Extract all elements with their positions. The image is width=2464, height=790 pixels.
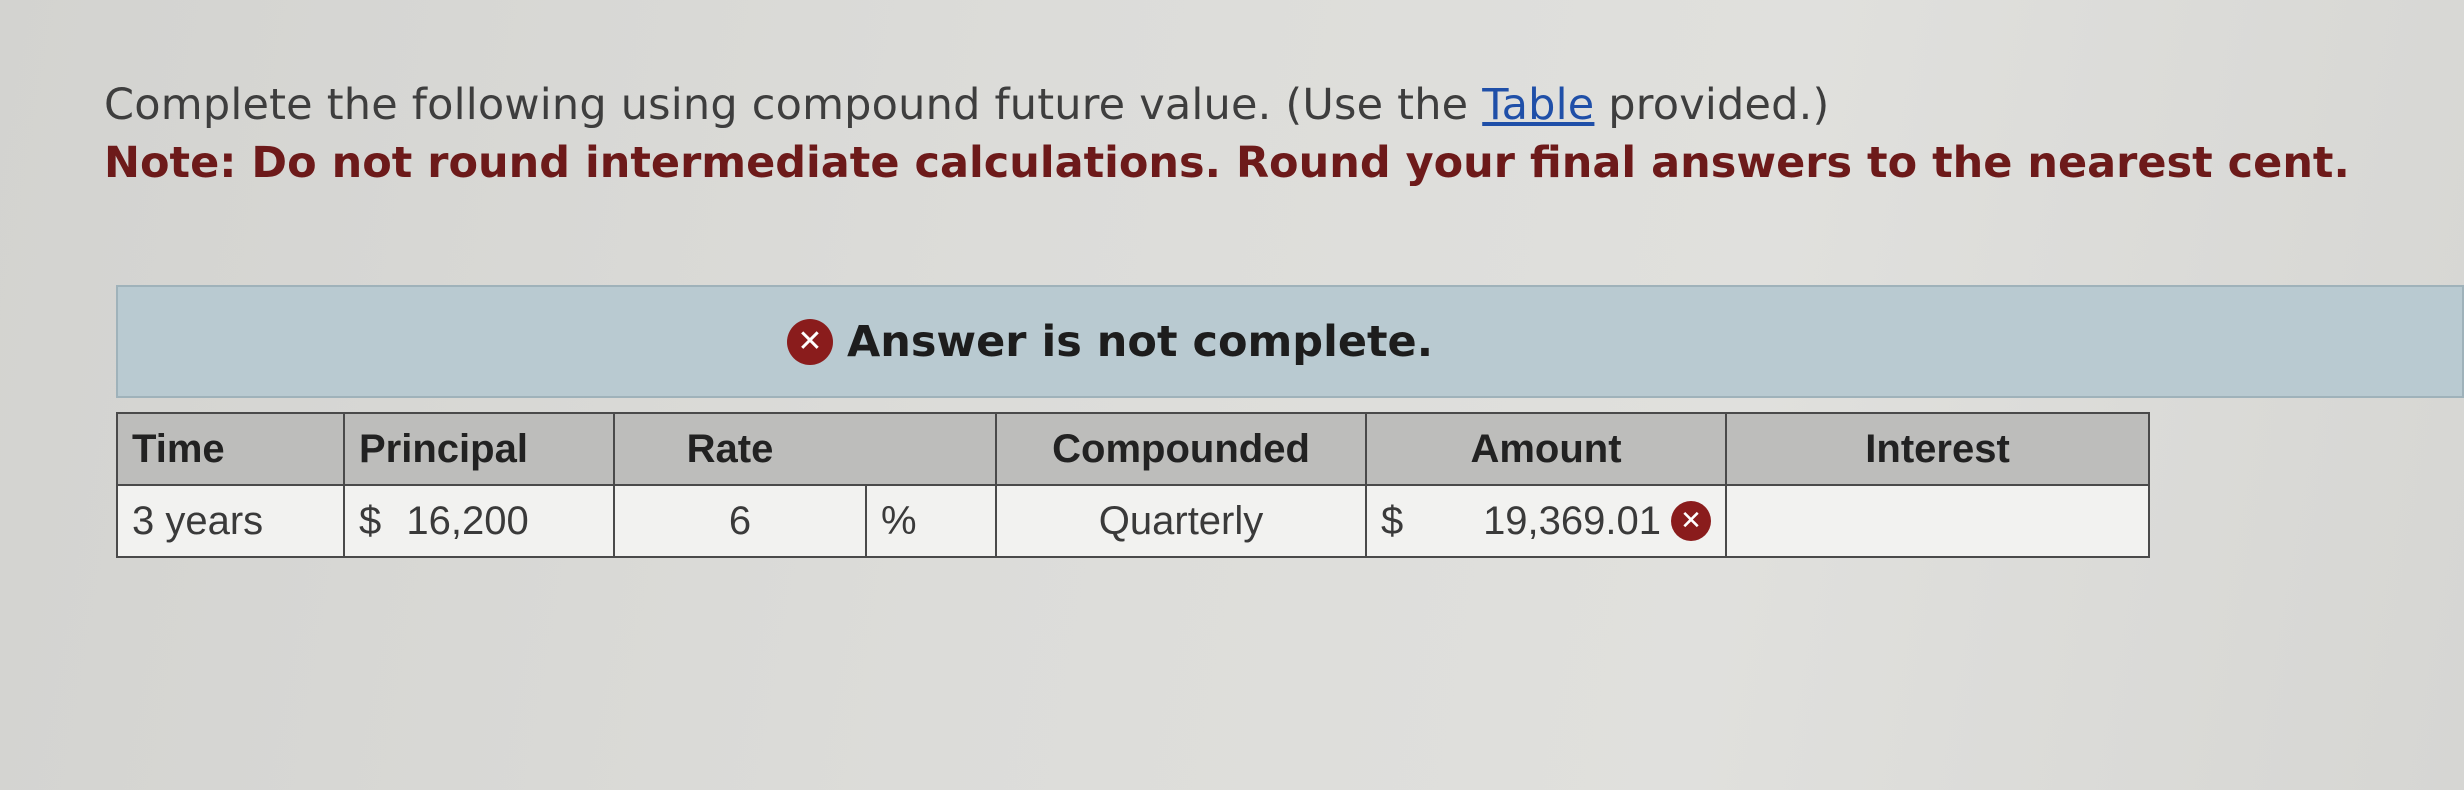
header-interest: Interest [1725, 412, 2151, 486]
rounding-note: Note: Do not round intermediate calculat… [104, 138, 2350, 188]
cell-time: 3 years [116, 484, 345, 558]
question-text-start: Complete the following using compound fu… [104, 80, 1483, 130]
cell-principal: $ 16,200 [343, 484, 615, 558]
question-prompt: Complete the following using compound fu… [104, 80, 2354, 130]
header-time: Time [116, 412, 345, 486]
amount-currency: $ [1381, 498, 1404, 543]
cell-rate-unit: % [864, 484, 998, 558]
answer-status-banner: ✕ Answer is not complete. [116, 285, 2464, 398]
table-header-row: Time Principal Rate Compounded Amount In… [116, 412, 2151, 486]
question-block: Complete the following using compound fu… [104, 80, 2354, 188]
x-circle-icon: ✕ [786, 318, 833, 365]
header-rate: Rate [612, 412, 998, 486]
banner-message: Answer is not complete. [846, 316, 1434, 367]
table-row: 3 years $ 16,200 6 % Quarterly $ 19,369.… [116, 484, 2151, 558]
banner-content: ✕ Answer is not complete. [786, 316, 1434, 367]
question-text-end: provided.) [1594, 80, 1830, 130]
header-compounded: Compounded [995, 412, 1368, 486]
principal-value: 16,200 [406, 498, 529, 543]
compound-value-table: Time Principal Rate Compounded Amount In… [116, 412, 2151, 558]
amount-value-group: 19,369.01 ✕ [1483, 498, 1712, 544]
header-rate-label: Rate [686, 426, 774, 471]
interest-input[interactable] [1741, 485, 2139, 557]
cell-compounded: Quarterly [995, 484, 1368, 558]
incorrect-x-icon: ✕ [1671, 501, 1712, 541]
table-link[interactable]: Table [1482, 80, 1594, 130]
principal-currency: $ [359, 498, 382, 543]
cell-rate: 6 [613, 484, 867, 558]
amount-value: 19,369.01 [1483, 498, 1662, 543]
amount-input[interactable]: $ 19,369.01 ✕ [1381, 498, 1712, 544]
cell-amount[interactable]: $ 19,369.01 ✕ [1365, 484, 1728, 558]
cell-interest[interactable] [1725, 484, 2151, 558]
header-amount: Amount [1365, 412, 1728, 486]
header-principal: Principal [343, 412, 615, 486]
